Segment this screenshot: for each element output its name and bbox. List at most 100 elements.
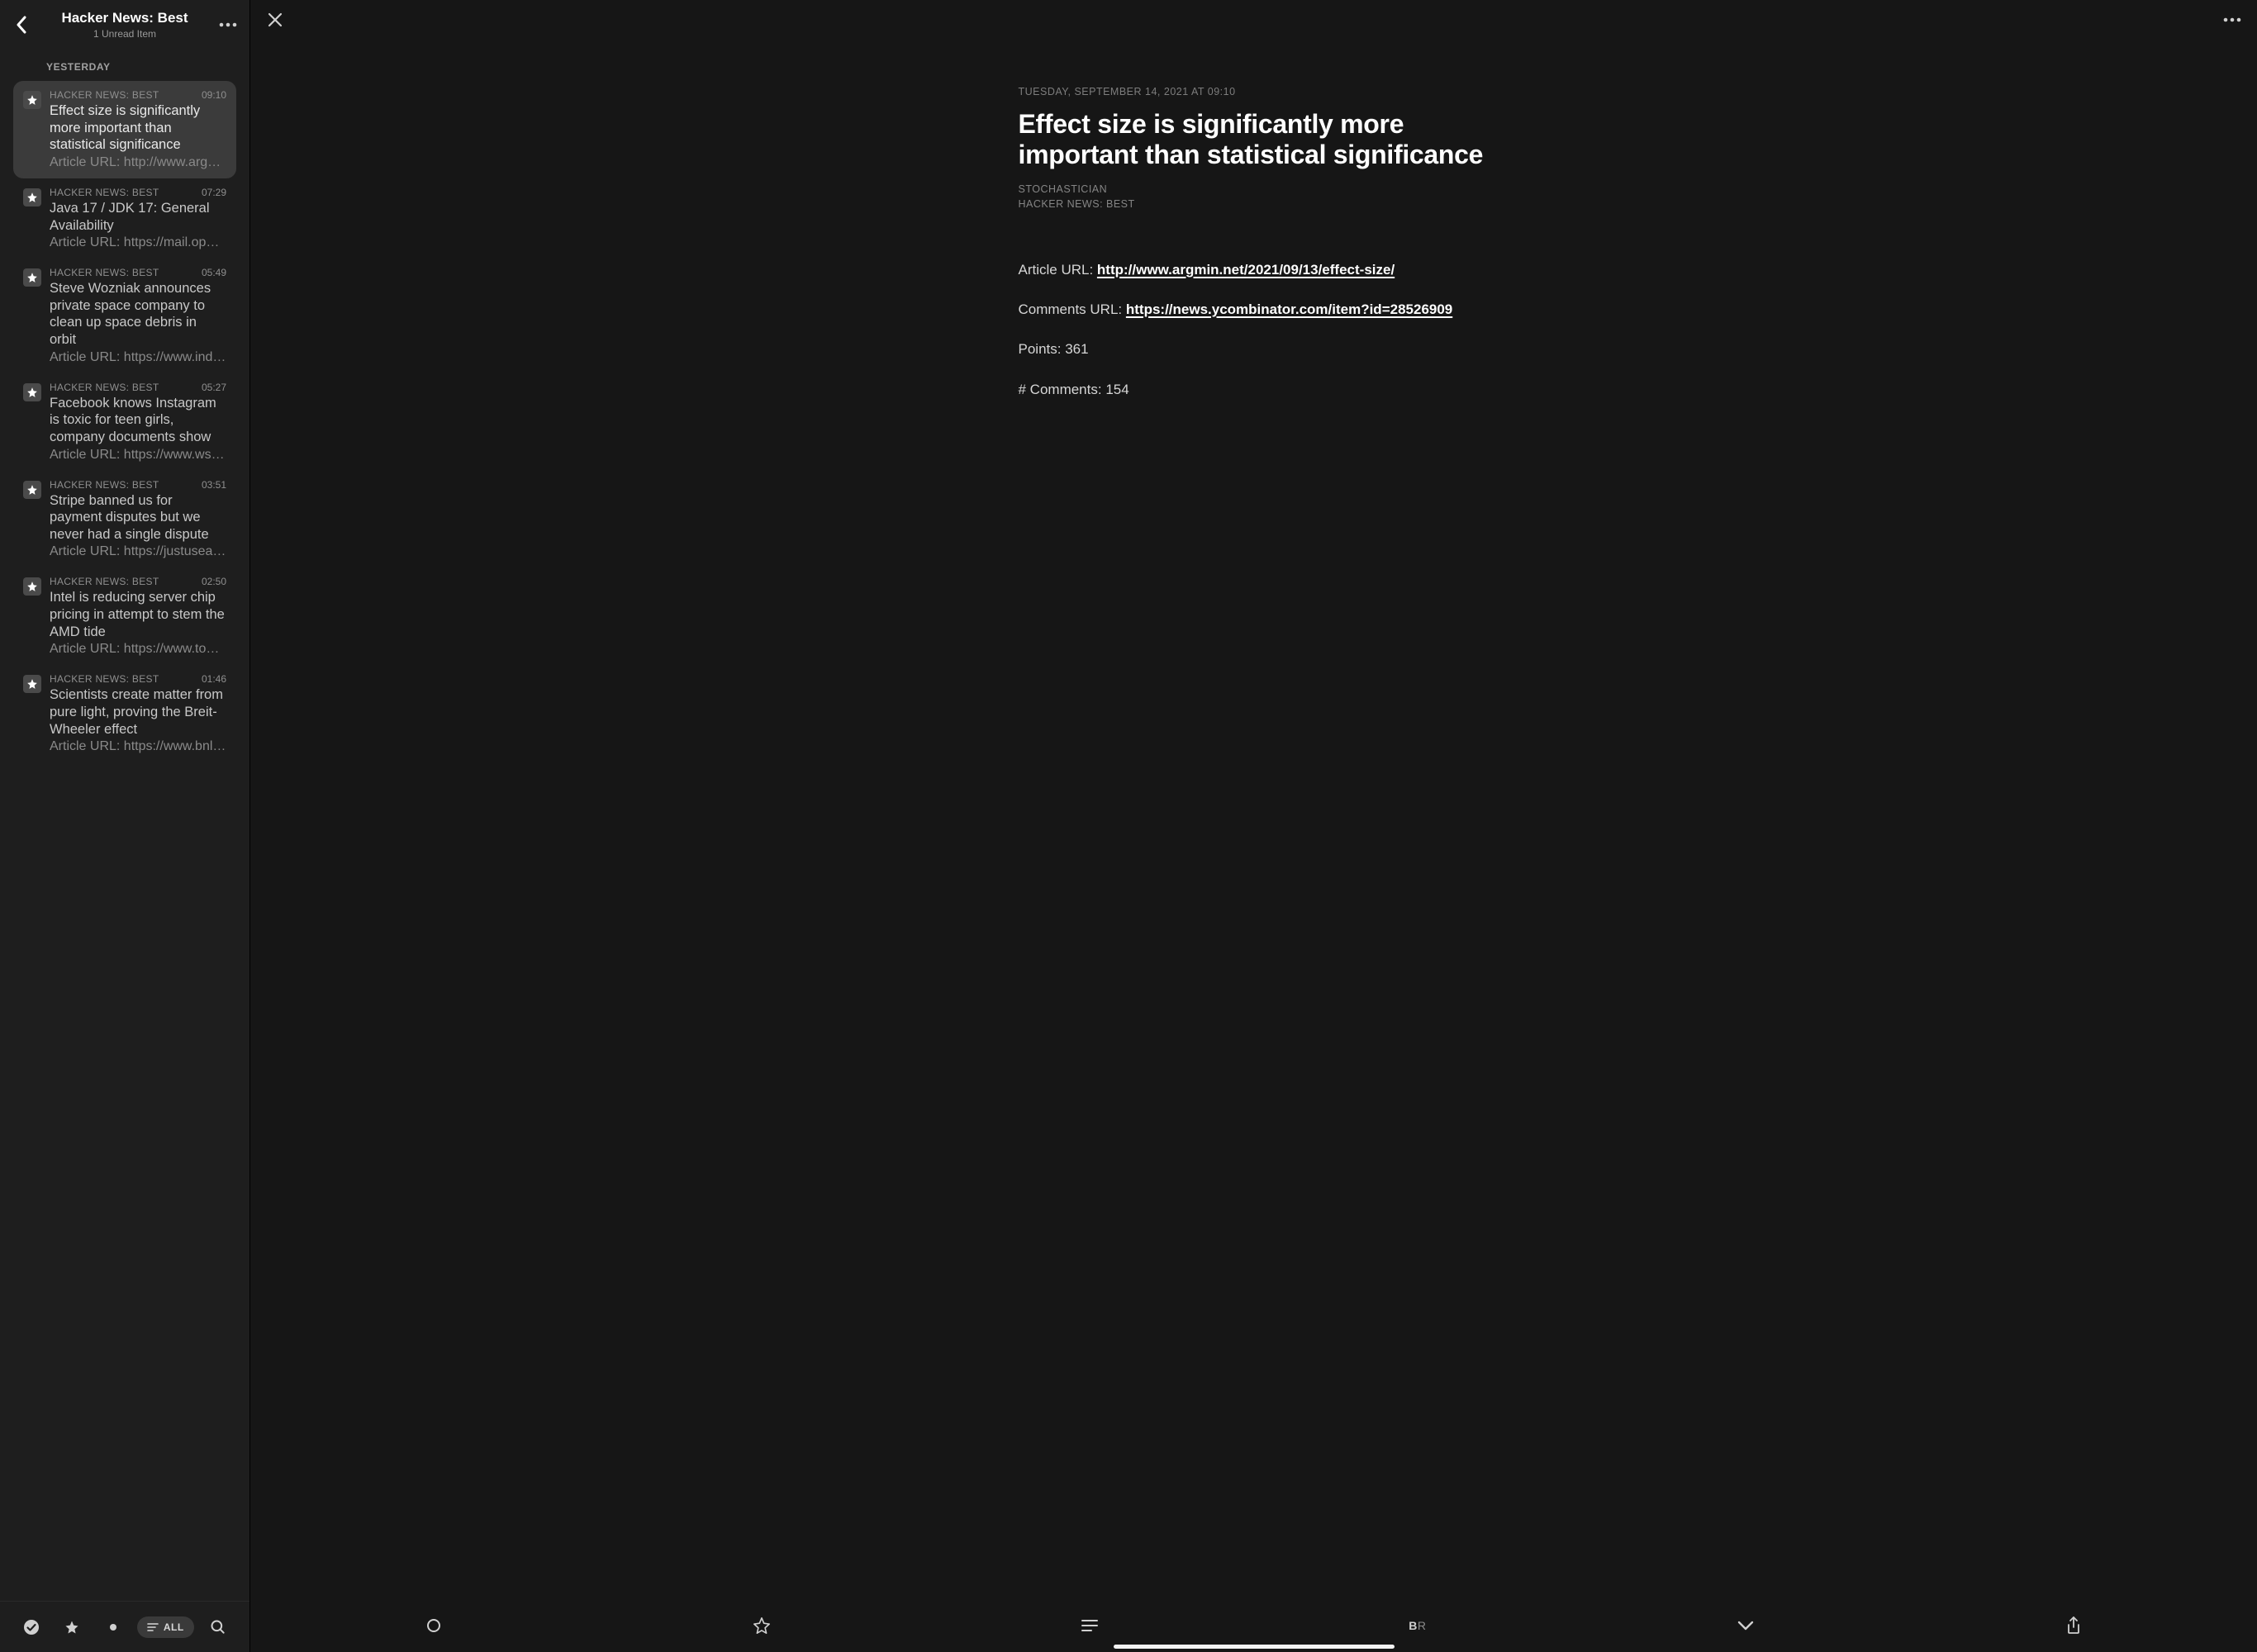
mark-all-read-button[interactable] [15,1611,48,1644]
sidebar-header: Hacker News: Best 1 Unread Item [0,0,249,46]
item-time: 09:10 [202,89,226,101]
item-feed: HACKER NEWS: BEST [50,89,159,101]
item-snippet: Article URL: http://www.argm… [50,155,226,170]
list-item[interactable]: HACKER NEWS: BEST 05:27 Facebook knows Ins… [13,373,236,471]
sidebar-bottombar: ALL [0,1601,249,1652]
item-title: Java 17 / JDK 17: General Availability [50,200,226,234]
item-title: Intel is reducing server chip pricing in… [50,589,226,640]
text-lines-icon [1081,1619,1098,1632]
article-scroll[interactable]: TUESDAY, SEPTEMBER 14, 2021 AT 09:10 Eff… [250,40,2257,1599]
content-more-button[interactable] [2219,7,2245,33]
close-icon [268,12,283,27]
read-toggle-button[interactable] [416,1607,452,1644]
item-feed: HACKER NEWS: BEST [50,382,159,393]
item-title: Scientists create matter from pure light… [50,686,226,738]
item-title: Effect size is significantly more import… [50,102,226,154]
item-feed: HACKER NEWS: BEST [50,576,159,587]
star-icon [23,675,41,693]
item-feed: HACKER NEWS: BEST [50,267,159,278]
bionic-reading-button[interactable]: BR [1399,1607,1436,1644]
chevron-down-icon [1737,1621,1754,1631]
item-snippet: Article URL: https://www.inde… [50,350,226,365]
article: TUESDAY, SEPTEMBER 14, 2021 AT 09:10 Eff… [1019,40,1490,1599]
expand-button[interactable] [1727,1607,1764,1644]
ellipsis-icon [219,22,237,27]
article-body: Article URL: http://www.argmin.net/2021/… [1019,259,1490,401]
item-time: 07:29 [202,187,226,198]
item-snippet: Article URL: https://mail.open… [50,235,226,250]
item-title: Steve Wozniak announces private space co… [50,280,226,349]
list-item[interactable]: HACKER NEWS: BEST 03:51Stripe banned us f… [13,471,236,568]
item-time: 05:49 [202,267,226,278]
starred-filter-button[interactable] [55,1611,88,1644]
comments-value: 154 [1105,382,1128,397]
item-title: Facebook knows Instagram is toxic for te… [50,395,226,446]
star-icon [23,383,41,401]
ellipsis-icon [2223,17,2241,22]
unread-filter-button[interactable] [97,1611,130,1644]
share-icon [2066,1616,2081,1635]
item-snippet: Article URL: https://justuseap… [50,544,226,559]
chevron-left-icon [16,16,27,34]
item-time: 02:50 [202,576,226,587]
close-button[interactable] [262,7,288,33]
comments-url-label: Comments URL: [1019,301,1126,317]
comments-row: # Comments: 154 [1019,379,1490,401]
item-time: 05:27 [202,382,226,393]
list-item[interactable]: HACKER NEWS: BEST 09:10Effect size is sig… [13,81,236,178]
item-title: Stripe banned us for payment disputes bu… [50,492,226,544]
article-headline: Effect size is significantly more import… [1019,109,1490,170]
lines-icon [147,1623,159,1631]
item-snippet: Article URL: https://www.wsj.… [50,448,226,463]
check-circle-icon [23,1619,40,1635]
item-feed: HACKER NEWS: BEST [50,479,159,491]
star-icon [23,481,41,499]
reader-view-button[interactable] [1071,1607,1108,1644]
list-item[interactable]: HACKER NEWS: BEST 05:49 Steve Wozniak anno… [13,259,236,373]
item-feed: HACKER NEWS: BEST [50,673,159,685]
unread-count: 1 Unread Item [40,28,210,40]
star-icon [23,188,41,206]
item-feed: HACKER NEWS: BEST [50,187,159,198]
section-yesterday: YESTERDAY [0,46,249,81]
home-indicator [1114,1645,1395,1649]
article-url-link[interactable]: http://www.argmin.net/2021/09/13/effect-… [1097,262,1395,278]
sidebar: Hacker News: Best 1 Unread Item YESTERDA… [0,0,250,1652]
points-row: Points: 361 [1019,339,1490,360]
filter-all-label: ALL [164,1621,184,1633]
star-outline-icon [753,1616,771,1635]
item-snippet: Article URL: https://www.bnl.… [50,739,226,754]
circle-outline-icon [426,1618,441,1633]
back-button[interactable] [12,16,31,34]
star-icon [64,1620,79,1635]
star-icon [23,577,41,596]
star-icon [23,91,41,109]
star-icon [23,268,41,287]
feed-title: Hacker News: Best [40,10,210,26]
search-icon [210,1619,226,1635]
comments-url-link[interactable]: https://news.ycombinator.com/item?id=285… [1126,301,1452,317]
article-url-row: Article URL: http://www.argmin.net/2021/… [1019,259,1490,281]
item-snippet: Article URL: https://www.tom… [50,642,226,657]
article-url-label: Article URL: [1019,262,1097,278]
dot-icon [109,1623,117,1631]
comments-label: # Comments: [1019,382,1106,397]
star-toggle-button[interactable] [744,1607,780,1644]
article-author: STOCHASTICIAN [1019,183,1490,195]
search-button[interactable] [202,1611,235,1644]
filter-all-button[interactable]: ALL [137,1616,194,1638]
article-list: HACKER NEWS: BEST 09:10Effect size is sig… [0,81,249,1601]
list-item[interactable]: HACKER NEWS: BEST 02:50 Intel is reducing … [13,567,236,665]
article-datestamp: TUESDAY, SEPTEMBER 14, 2021 AT 09:10 [1019,86,1490,97]
content-topbar [250,0,2257,40]
list-item[interactable]: HACKER NEWS: BEST 01:46Scientists create … [13,665,236,762]
share-button[interactable] [2055,1607,2092,1644]
content-pane: TUESDAY, SEPTEMBER 14, 2021 AT 09:10 Eff… [250,0,2257,1652]
points-label: Points: [1019,341,1066,357]
comments-url-row: Comments URL: https://news.ycombinator.c… [1019,299,1490,320]
list-item[interactable]: HACKER NEWS: BEST 07:29 Java 17 / JDK 17: … [13,178,236,259]
item-time: 03:51 [202,479,226,491]
sidebar-more-button[interactable] [218,22,238,27]
points-value: 361 [1065,341,1088,357]
item-time: 01:46 [202,673,226,685]
